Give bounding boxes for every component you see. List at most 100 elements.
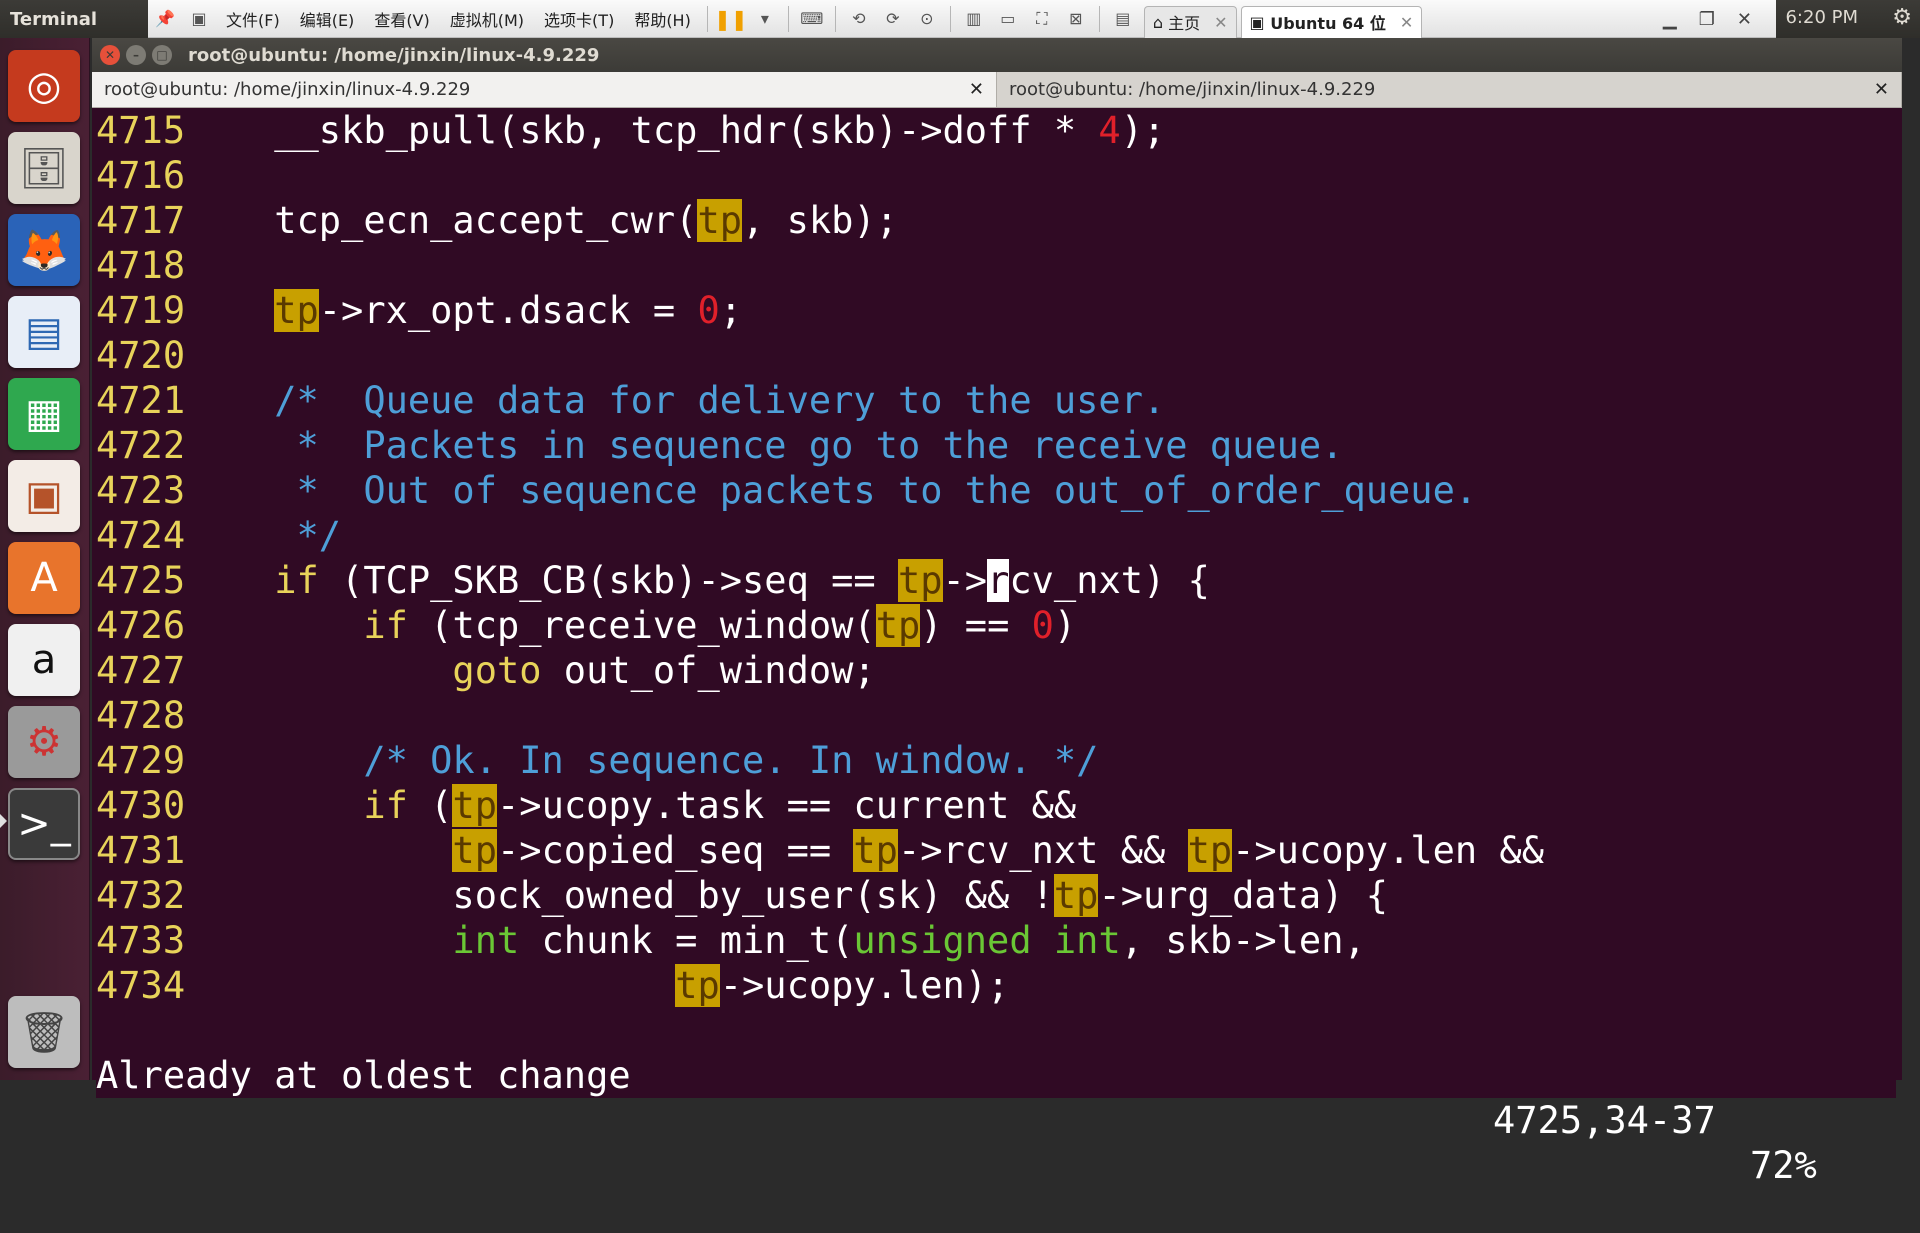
vm-tab-ubuntu[interactable]: ▣ Ubuntu 64 位 ✕ [1240, 5, 1423, 38]
console-view-icon[interactable]: ▤ [1108, 5, 1138, 33]
toolbar-divider [834, 5, 836, 32]
system-settings-icon[interactable]: ⚙ [8, 706, 80, 778]
dropdown-arrow-icon[interactable]: ▾ [750, 5, 780, 33]
line-number: 4719 [96, 289, 186, 332]
terminal-tab-1[interactable]: root@ubuntu: /home/jinxin/linux-4.9.229 … [92, 72, 997, 107]
window-titlebar[interactable]: ✕ – □ root@ubuntu: /home/jinxin/linux-4.… [92, 38, 1902, 72]
line-text: __skb_pull(skb, tcp_hdr(skb)->doff * 4); [185, 109, 1166, 152]
code-line[interactable]: 4721 /* Queue data for delivery to the u… [96, 378, 1896, 423]
minimize-icon[interactable]: ▁ [1663, 9, 1677, 30]
line-number: 4726 [96, 604, 186, 647]
ubuntu-dash-icon[interactable]: ◎ [8, 50, 80, 122]
close-window-icon[interactable]: ✕ [1737, 9, 1752, 30]
code-line[interactable]: 4717 tcp_ecn_accept_cwr(tp, skb); [96, 198, 1896, 243]
vm-tab-label: 主页 [1168, 14, 1201, 33]
code-line[interactable]: 4731 tp->copied_seq == tp->rcv_nxt && tp… [96, 828, 1896, 873]
code-line[interactable]: 4733 int chunk = min_t(unsigned int, skb… [96, 918, 1896, 963]
send-keys-icon[interactable]: ⌨ [797, 5, 827, 33]
code-line[interactable]: 4729 /* Ok. In sequence. In window. */ [96, 738, 1896, 783]
line-number: 4722 [96, 424, 186, 467]
text-cursor: r [987, 559, 1010, 602]
menu-tabs[interactable]: 选项卡(T) [534, 7, 624, 31]
line-text: */ [296, 514, 342, 557]
line-number: 4732 [96, 874, 186, 917]
snapshot-icon[interactable]: ⟲ [844, 5, 874, 33]
line-text: sock_owned_by_user(sk) && !tp->urg_data)… [185, 874, 1389, 917]
thumbnail-icon[interactable]: ▭ [993, 5, 1023, 33]
line-text: /* Ok. In sequence. In window. */ [363, 739, 1099, 782]
close-icon[interactable]: ✕ [1214, 13, 1227, 32]
code-view[interactable]: 4715 __skb_pull(skb, tcp_hdr(skb)->doff … [96, 108, 1896, 1008]
sidebar-icon[interactable]: ▥ [959, 5, 989, 33]
maximize-icon[interactable]: □ [152, 45, 172, 65]
fullscreen-icon[interactable]: ⛶ [1027, 5, 1057, 33]
toolbar-divider [949, 5, 951, 32]
vm-logo-icon[interactable]: ▣ [184, 5, 214, 33]
snapshot-manager-icon[interactable]: ⊙ [912, 5, 942, 33]
line-text: goto out_of_window; [452, 649, 876, 692]
vm-tab-home[interactable]: ⌂ 主页 ✕ [1143, 5, 1237, 38]
menu-file[interactable]: 文件(F) [216, 7, 290, 31]
code-line[interactable]: 4716 [96, 153, 1896, 198]
line-number: 4727 [96, 649, 186, 692]
code-line[interactable]: 4730 if (tp->ucopy.task == current && [96, 783, 1896, 828]
terminal-tab-label: root@ubuntu: /home/jinxin/linux-4.9.229 [104, 79, 471, 100]
trash-icon[interactable]: 🗑 [8, 996, 80, 1068]
code-line[interactable]: 4724 */ [96, 513, 1896, 558]
code-line[interactable]: 4723 * Out of sequence packets to the ou… [96, 468, 1896, 513]
scroll-percent: 72% [1750, 1144, 1817, 1187]
home-icon: ⌂ [1152, 12, 1169, 32]
code-line[interactable]: 4719 tp->rx_opt.dsack = 0; [96, 288, 1896, 333]
code-line[interactable]: 4734 tp->ucopy.len); [96, 963, 1896, 1008]
terminal-window: ✕ – □ root@ubuntu: /home/jinxin/linux-4.… [92, 38, 1902, 1187]
menu-edit[interactable]: 编辑(E) [290, 7, 365, 31]
terminal-icon[interactable]: >_ [8, 788, 80, 860]
terminal-tab-2[interactable]: root@ubuntu: /home/jinxin/linux-4.9.229 … [997, 72, 1902, 107]
pause-icon[interactable]: ❚❚ [714, 5, 748, 33]
impress-icon[interactable]: ▣ [8, 460, 80, 532]
code-line[interactable]: 4725 if (TCP_SKB_CB(skb)->seq == tp->rcv… [96, 558, 1896, 603]
top-panel: Terminal 📌 ▣ 文件(F) 编辑(E) 查看(V) 虚拟机(M) 选项… [0, 0, 1920, 38]
line-number: 4723 [96, 469, 186, 512]
writer-icon[interactable]: ▤ [8, 296, 80, 368]
gear-icon[interactable]: ⚙ [1892, 0, 1912, 38]
terminal-content[interactable]: 4715 __skb_pull(skb, tcp_hdr(skb)->doff … [96, 108, 1896, 1187]
menu-help[interactable]: 帮助(H) [624, 7, 701, 31]
pin-icon[interactable]: 📌 [150, 5, 180, 33]
code-line[interactable]: 4715 __skb_pull(skb, tcp_hdr(skb)->doff … [96, 108, 1896, 153]
code-line[interactable]: 4727 goto out_of_window; [96, 648, 1896, 693]
line-number: 4725 [96, 559, 186, 602]
code-line[interactable]: 4732 sock_owned_by_user(sk) && !tp->urg_… [96, 873, 1896, 918]
files-icon[interactable]: 🗄 [8, 132, 80, 204]
close-icon[interactable]: ✕ [1874, 79, 1889, 100]
code-line[interactable]: 4718 [96, 243, 1896, 288]
amazon-icon[interactable]: a [8, 624, 80, 696]
vm-icon: ▣ [1249, 12, 1271, 32]
revert-snapshot-icon[interactable]: ⟳ [878, 5, 908, 33]
unity-icon[interactable]: ⊠ [1061, 5, 1091, 33]
close-icon[interactable]: ✕ [969, 79, 984, 100]
launcher: ◎ 🗄 🦊 ▤ ▦ ▣ A a ⚙ >_ 🗑 [0, 38, 90, 1080]
restore-icon[interactable]: ❐ [1699, 9, 1715, 30]
code-line[interactable]: 4720 [96, 333, 1896, 378]
close-icon[interactable]: ✕ [100, 45, 120, 65]
code-line[interactable]: 4726 if (tcp_receive_window(tp) == 0) [96, 603, 1896, 648]
code-line[interactable]: 4728 [96, 693, 1896, 738]
menu-view[interactable]: 查看(V) [364, 7, 439, 31]
line-text: tcp_ecn_accept_cwr(tp, skb); [185, 199, 898, 242]
line-number: 4731 [96, 829, 186, 872]
software-center-icon[interactable]: A [8, 542, 80, 614]
toolbar-divider [1098, 5, 1100, 32]
cursor-position: 4725,34-37 [1493, 1099, 1716, 1142]
calc-icon[interactable]: ▦ [8, 378, 80, 450]
close-icon[interactable]: ✕ [1400, 13, 1413, 32]
menu-vm[interactable]: 虚拟机(M) [440, 7, 534, 31]
line-text: tp->ucopy.len); [675, 964, 1010, 1007]
clock[interactable]: 6:20 PM [1785, 0, 1858, 38]
window-title: root@ubuntu: /home/jinxin/linux-4.9.229 [188, 44, 600, 66]
status-message: Already at oldest change [96, 1054, 631, 1097]
code-line[interactable]: 4722 * Packets in sequence go to the rec… [96, 423, 1896, 468]
firefox-icon[interactable]: 🦊 [8, 214, 80, 286]
line-number: 4733 [96, 919, 186, 962]
minimize-icon[interactable]: – [126, 45, 146, 65]
